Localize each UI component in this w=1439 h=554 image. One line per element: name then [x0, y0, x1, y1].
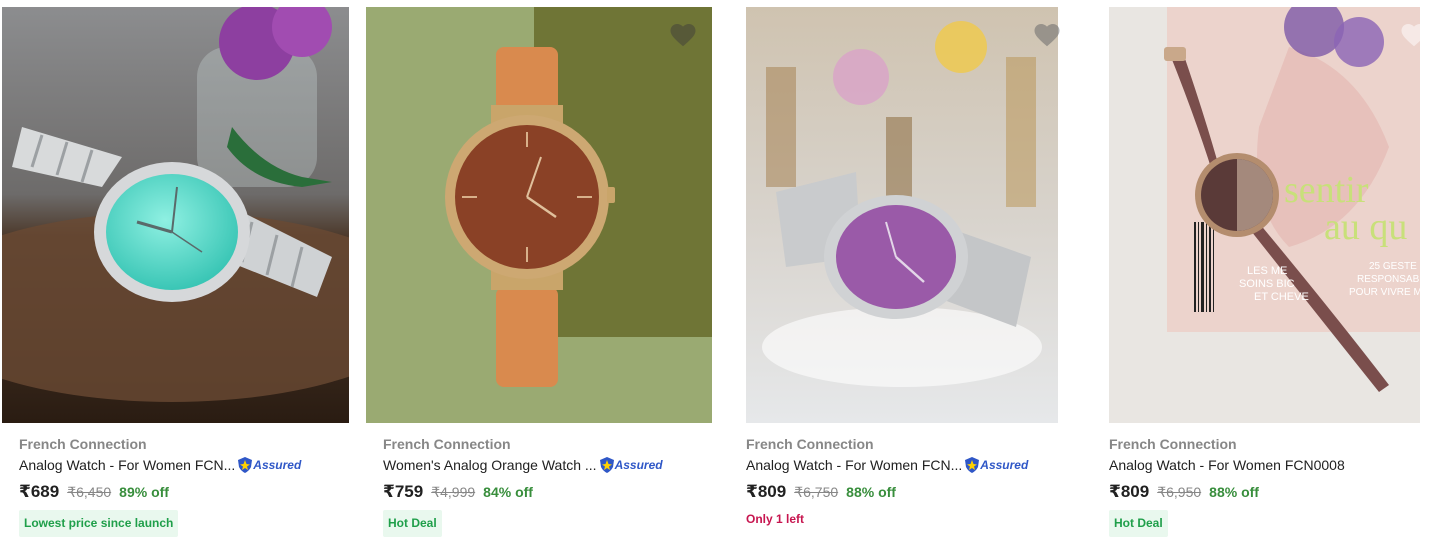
product-brand: French Connection [1109, 436, 1237, 452]
discount-percent: 88% off [1209, 484, 1259, 500]
assured-label: Assured [980, 458, 1029, 472]
product-image[interactable] [366, 7, 712, 423]
product-title[interactable]: Women's Analog Orange Watch ... Assured [383, 457, 663, 473]
assured-badge: Assured [965, 457, 1028, 473]
price-row: ₹759 ₹4,999 84% off [383, 482, 533, 502]
product-title-text: Analog Watch - For Women FCN0008 [1109, 457, 1345, 473]
heart-icon[interactable] [668, 20, 698, 50]
svg-text:sentir: sentir [1284, 169, 1369, 211]
shield-icon [238, 457, 253, 473]
assured-badge: Assured [238, 457, 301, 473]
stock-note: Only 1 left [746, 512, 805, 526]
product-image[interactable]: sentir au qu LES ME SOINS BIC ET CHEVE 2… [1109, 7, 1420, 423]
heart-icon[interactable] [1399, 20, 1429, 50]
product-brand: French Connection [383, 436, 511, 452]
assured-label: Assured [614, 458, 663, 472]
svg-text:25 GESTE: 25 GESTE [1369, 261, 1417, 272]
product-brand: French Connection [19, 436, 147, 452]
shield-icon [599, 457, 614, 473]
svg-text:SOINS BIC: SOINS BIC [1239, 278, 1295, 290]
assured-label: Assured [253, 458, 302, 472]
product-title[interactable]: Analog Watch - For Women FCN0008 [1109, 457, 1345, 473]
price-row: ₹809 ₹6,750 88% off [746, 482, 896, 502]
product-title[interactable]: Analog Watch - For Women FCN... Assured [746, 457, 1028, 473]
selling-price: ₹809 [1109, 482, 1150, 501]
selling-price: ₹759 [383, 482, 424, 501]
original-price: ₹4,999 [431, 484, 476, 500]
selling-price: ₹809 [746, 482, 787, 501]
discount-percent: 89% off [119, 484, 169, 500]
original-price: ₹6,950 [1157, 484, 1202, 500]
product-title[interactable]: Analog Watch - For Women FCN... Assured [19, 457, 301, 473]
product-brand: French Connection [746, 436, 874, 452]
deal-badge: Hot Deal [383, 510, 442, 537]
discount-percent: 88% off [846, 484, 896, 500]
svg-text:RESPONSAB: RESPONSAB [1357, 274, 1420, 285]
product-title-text: Analog Watch - For Women FCN... [746, 457, 963, 473]
discount-percent: 84% off [483, 484, 533, 500]
product-title-text: Women's Analog Orange Watch ... [383, 457, 597, 473]
svg-text:POUR VIVRE M: POUR VIVRE M [1349, 287, 1420, 298]
assured-badge: Assured [599, 457, 663, 473]
svg-text:ET CHEVE: ET CHEVE [1254, 291, 1309, 303]
price-row: ₹809 ₹6,950 88% off [1109, 482, 1259, 502]
svg-text:LES ME: LES ME [1247, 265, 1287, 277]
heart-icon[interactable] [1032, 20, 1062, 50]
product-image[interactable] [2, 7, 349, 423]
deal-badge: Hot Deal [1109, 510, 1168, 537]
product-title-text: Analog Watch - For Women FCN... [19, 457, 236, 473]
original-price: ₹6,750 [794, 484, 839, 500]
price-row: ₹689 ₹6,450 89% off [19, 482, 169, 502]
deal-badge: Lowest price since launch [19, 510, 179, 537]
svg-text:au qu: au qu [1324, 206, 1407, 248]
product-image[interactable] [746, 7, 1058, 423]
selling-price: ₹689 [19, 482, 60, 501]
original-price: ₹6,450 [67, 484, 112, 500]
shield-icon [965, 457, 980, 473]
